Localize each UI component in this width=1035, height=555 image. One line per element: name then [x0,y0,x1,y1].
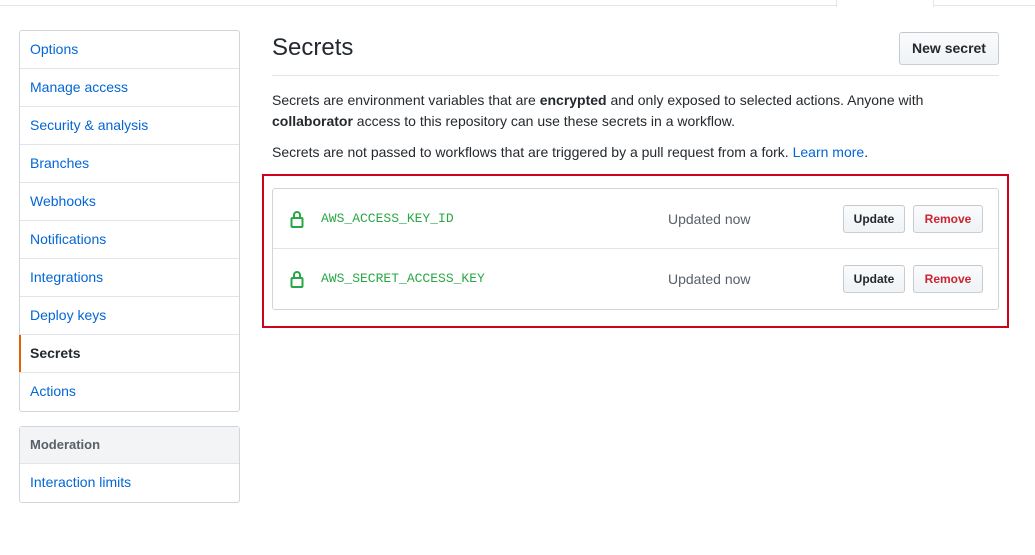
desc-text-3: access to this repository can use these … [352,113,735,129]
sidebar-item-interaction-limits[interactable]: Interaction limits [20,464,239,502]
learn-more-link[interactable]: Learn more [793,144,865,160]
secret-row: AWS_ACCESS_KEY_ID Updated now Update Rem… [273,189,998,249]
secrets-description: Secrets are environment variables that a… [272,90,972,132]
sidebar-item-notifications[interactable]: Notifications [20,221,239,259]
desc-text-1: Secrets are environment variables that a… [272,92,540,108]
secret-name: AWS_ACCESS_KEY_ID [321,211,454,226]
sidebar-item-security-analysis[interactable]: Security & analysis [20,107,239,145]
sidebar-item-actions[interactable]: Actions [20,373,239,411]
update-secret-button[interactable]: Update [843,205,905,233]
desc-bold-encrypted: encrypted [539,92,607,108]
moderation-heading: Moderation [20,427,239,464]
sidebar-item-manage-access[interactable]: Manage access [20,69,239,107]
new-secret-button[interactable]: New secret [899,32,999,65]
desc-text-2: and only exposed to selected actions. An… [606,92,924,108]
secret-name: AWS_SECRET_ACCESS_KEY [321,271,485,286]
lock-icon [290,270,304,288]
page-header: Secrets New secret [272,30,999,76]
sidebar-item-options[interactable]: Options [20,31,239,69]
fork-note-end: . [864,144,869,160]
top-border [0,0,1035,7]
sidebar-item-secrets[interactable]: Secrets [19,335,239,373]
sidebar-item-webhooks[interactable]: Webhooks [20,183,239,221]
secret-updated-status: Updated now [668,211,751,227]
settings-sidebar: Options Manage access Security & analysi… [19,30,240,412]
desc-bold-collaborator: collaborator [272,113,353,129]
secret-row: AWS_SECRET_ACCESS_KEY Updated now Update… [273,249,998,309]
update-secret-button[interactable]: Update [843,265,905,293]
page-title: Secrets [272,34,354,61]
sidebar-item-deploy-keys[interactable]: Deploy keys [20,297,239,335]
secrets-list: AWS_ACCESS_KEY_ID Updated now Update Rem… [272,188,999,310]
top-tab-gap [836,0,934,7]
sidebar-item-branches[interactable]: Branches [20,145,239,183]
fork-note-text: Secrets are not passed to workflows that… [272,144,793,160]
fork-note: Secrets are not passed to workflows that… [272,142,972,163]
moderation-sidebar: Moderation Interaction limits [19,426,240,503]
remove-secret-button[interactable]: Remove [913,265,983,293]
sidebar-item-integrations[interactable]: Integrations [20,259,239,297]
lock-icon [290,210,304,228]
remove-secret-button[interactable]: Remove [913,205,983,233]
secret-updated-status: Updated now [668,271,751,287]
